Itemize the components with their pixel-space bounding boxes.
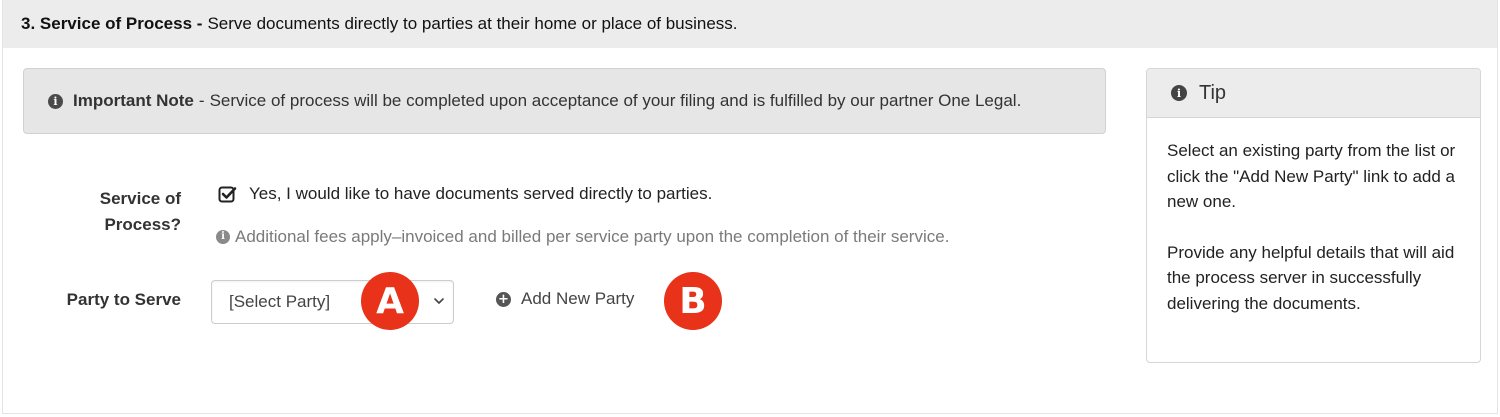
- tip-paragraph-1: Select an existing party from the list o…: [1167, 141, 1456, 211]
- section-header: 3. Service of Process - Serve documents …: [3, 0, 1497, 48]
- tip-title: Tip: [1199, 81, 1227, 104]
- important-note: i Important Note - Service of process wi…: [23, 68, 1106, 134]
- note-text: Service of process will be completed upo…: [209, 91, 1022, 110]
- tip-paragraph-2: Provide any helpful details that will ai…: [1167, 242, 1455, 313]
- tip-header: i Tip: [1147, 69, 1480, 118]
- party-select-value: [Select Party]: [229, 292, 331, 311]
- service-of-process-label: Service of Process?: [63, 186, 181, 238]
- help-text: Additional fees apply–invoiced and bille…: [235, 227, 950, 246]
- section-description: Serve documents directly to parties at t…: [207, 14, 738, 33]
- chevron-down-icon: [434, 298, 444, 304]
- add-new-party-link[interactable]: + Add New Party: [496, 289, 634, 309]
- info-icon: i: [48, 93, 63, 109]
- checkbox-label: Yes, I would like to have documents serv…: [249, 184, 713, 203]
- service-of-process-panel: 3. Service of Process - Serve documents …: [2, 0, 1498, 414]
- note-title: Important Note: [73, 91, 194, 110]
- tip-panel: i Tip Select an existing party from the …: [1146, 68, 1481, 363]
- service-checkbox-row[interactable]: Yes, I would like to have documents serv…: [218, 184, 712, 204]
- annotation-badge-a: A: [361, 272, 419, 330]
- info-icon: i: [216, 230, 230, 244]
- note-separator: -: [198, 91, 205, 110]
- tip-body: Select an existing party from the list o…: [1147, 118, 1480, 316]
- add-new-party-label: Add New Party: [521, 289, 635, 308]
- plus-circle-icon: +: [496, 291, 511, 307]
- service-label-line1: Service of: [99, 189, 181, 208]
- service-label-line2: Process?: [104, 215, 181, 234]
- section-title: 3. Service of Process -: [21, 14, 203, 33]
- checkbox-checked-icon[interactable]: [218, 185, 237, 204]
- party-to-serve-label: Party to Serve: [66, 290, 181, 309]
- info-icon: i: [1171, 85, 1187, 101]
- fees-help-text: i Additional fees apply–invoiced and bil…: [216, 227, 949, 247]
- annotation-badge-b: B: [664, 272, 722, 330]
